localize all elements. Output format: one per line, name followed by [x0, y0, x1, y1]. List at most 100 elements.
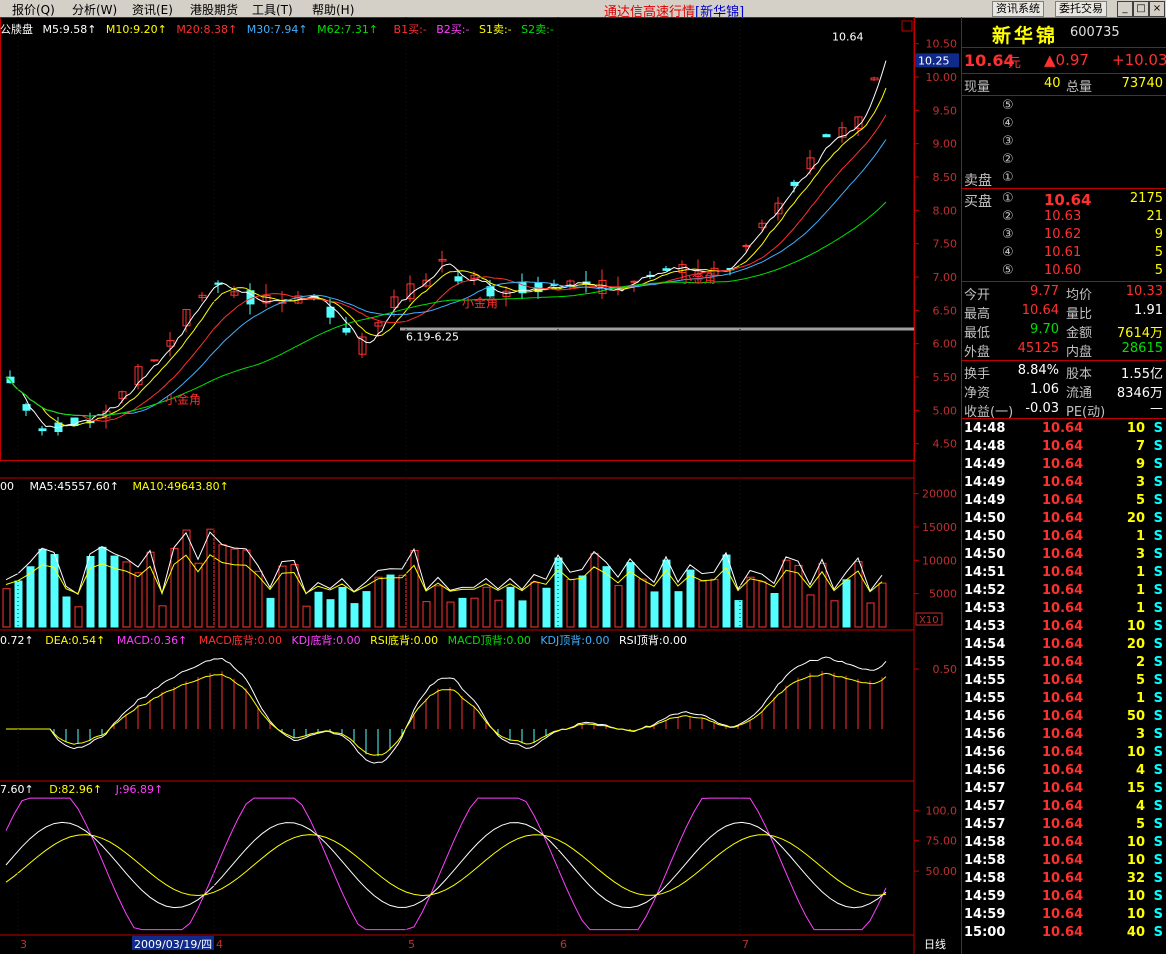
- info-system-button[interactable]: 资讯系统: [992, 1, 1044, 17]
- stat2-row: 收益(一) -0.03 PE(动) —: [962, 401, 1166, 420]
- tick-volume: 10: [1126, 889, 1145, 904]
- volume-bar: [878, 582, 887, 628]
- tick-volume: 3: [1135, 475, 1145, 490]
- tick-price: 10.64: [1042, 907, 1084, 922]
- trade-button[interactable]: 委托交易: [1055, 1, 1107, 17]
- gold-label: 小金角: [462, 295, 498, 310]
- tick-price: 10.64: [1042, 835, 1084, 850]
- tick-volume: 1: [1135, 565, 1145, 580]
- value-total-vol: 73740: [1121, 76, 1163, 91]
- tick-row: 14:55 10.64 5 S: [962, 673, 1166, 691]
- tick-time: 14:48: [964, 421, 1006, 436]
- buy-level-price: 10.63: [1044, 209, 1082, 224]
- stock-name: 新华锦: [992, 25, 1059, 47]
- tick-side: S: [1153, 565, 1163, 580]
- volume-bar: [38, 548, 47, 628]
- volume-bar: [314, 591, 323, 628]
- price-axis-label: 7.50: [933, 238, 958, 251]
- tick-time: 14:57: [964, 817, 1006, 832]
- menu-info[interactable]: 资讯(E): [132, 1, 173, 18]
- legend-b1: B1买:-: [393, 23, 427, 36]
- stat-row: 今开 9.77 均价 10.33: [962, 284, 1166, 303]
- tick-row: 14:53 10.64 10 S: [962, 619, 1166, 637]
- price-axis-label: 5.50: [933, 371, 958, 384]
- tick-price: 10.64: [1042, 673, 1084, 688]
- tick-volume: 15: [1126, 781, 1145, 796]
- menu-analysis[interactable]: 分析(W): [72, 1, 117, 18]
- close-icon[interactable]: ×: [1149, 1, 1165, 17]
- price-axis-label: 5.00: [933, 404, 958, 417]
- tick-time: 14:48: [964, 439, 1006, 454]
- sell-level-num: ③: [1002, 134, 1014, 149]
- menu-hk-futures[interactable]: 港股期货: [190, 1, 238, 18]
- buy-level-row[interactable]: ② 10.63 21: [962, 209, 1166, 227]
- date-tick: 4: [216, 938, 223, 951]
- legend-macd-top: MACD顶背:0.00: [447, 634, 531, 647]
- legend-b2: B2买:-: [436, 23, 470, 36]
- volume-bar: [146, 551, 155, 628]
- sell-level-num: ④: [1002, 116, 1014, 131]
- quote-panel: 新华锦 600735 10.64 元 ▲0.97 +10.03 现量 40 总量…: [961, 17, 1166, 954]
- volume-bar: [470, 597, 479, 628]
- tick-time: 14:56: [964, 745, 1006, 760]
- tick-volume: 20: [1126, 511, 1145, 526]
- label-current-vol: 现量: [964, 80, 991, 95]
- tick-price: 10.64: [1042, 925, 1084, 940]
- volume-bar: [542, 587, 551, 628]
- menu-help[interactable]: 帮助(H): [312, 1, 354, 18]
- tick-volume: 5: [1135, 673, 1145, 688]
- menu-quote[interactable]: 报价(Q): [12, 1, 55, 18]
- minimize-icon[interactable]: _: [1117, 1, 1133, 17]
- stat-value: 7614万: [1116, 326, 1163, 341]
- tick-volume: 1: [1135, 601, 1145, 616]
- volume-row: 现量 40 总量 73740: [962, 76, 1166, 95]
- candle-body: [150, 359, 159, 362]
- tick-price: 10.64: [1042, 781, 1084, 796]
- menu-tools[interactable]: 工具(T): [252, 1, 293, 18]
- tick-time: 15:00: [964, 925, 1006, 940]
- buy-level-volume: 21: [1146, 209, 1163, 224]
- tick-price: 10.64: [1042, 583, 1084, 598]
- tick-volume: 20: [1126, 637, 1145, 652]
- legend-macd-bottom: MACD底背:0.00: [198, 634, 282, 647]
- tick-time: 14:59: [964, 907, 1006, 922]
- gold-label: 小金角: [165, 392, 201, 407]
- tick-side: S: [1153, 655, 1163, 670]
- volume-bar: [554, 557, 563, 628]
- buy-level-row[interactable]: ③ 10.62 9: [962, 227, 1166, 245]
- stat-row: 最低 9.70 金额 7614万: [962, 322, 1166, 341]
- tick-time: 14:58: [964, 835, 1006, 850]
- tick-time: 14:49: [964, 457, 1006, 472]
- tick-row: 14:50 10.64 3 S: [962, 547, 1166, 565]
- volume-bar: [98, 546, 107, 628]
- sell-level-row: ④: [962, 116, 1166, 134]
- candle-body: [38, 428, 47, 432]
- stat2-value: —: [1150, 401, 1163, 416]
- tick-side: S: [1153, 439, 1163, 454]
- stat-label: 量比: [1066, 307, 1093, 322]
- period-label[interactable]: 日线: [924, 937, 946, 951]
- candle-body: [822, 134, 831, 138]
- price-axis-label: 6.50: [933, 304, 958, 317]
- tick-volume: 1: [1135, 691, 1145, 706]
- tick-time: 14:55: [964, 691, 1006, 706]
- vol-axis-label: 15000: [922, 521, 957, 534]
- tick-row: 14:59 10.64 10 S: [962, 889, 1166, 907]
- tick-price: 10.64: [1042, 601, 1084, 616]
- buy-level-row[interactable]: ④ 10.61 5: [962, 245, 1166, 263]
- tick-row: 14:50 10.64 20 S: [962, 511, 1166, 529]
- volume-bar: [350, 603, 359, 628]
- tick-row: 14:56 10.64 50 S: [962, 709, 1166, 727]
- candle-body: [326, 306, 335, 318]
- maximize-icon[interactable]: □: [1133, 1, 1149, 17]
- volume-bar: [194, 562, 203, 628]
- tick-price: 10.64: [1042, 619, 1084, 634]
- legend-dif: 0.72↑: [0, 634, 34, 647]
- volume-bar: [14, 580, 23, 628]
- buy-level-row[interactable]: ⑤ 10.60 5: [962, 263, 1166, 281]
- tick-row: 14:57 10.64 5 S: [962, 817, 1166, 835]
- volume-bar: [830, 600, 839, 628]
- volume-bar: [578, 575, 587, 628]
- buy-level-row[interactable]: ① 10.64 2175: [962, 191, 1166, 209]
- tick-row: 14:51 10.64 1 S: [962, 565, 1166, 583]
